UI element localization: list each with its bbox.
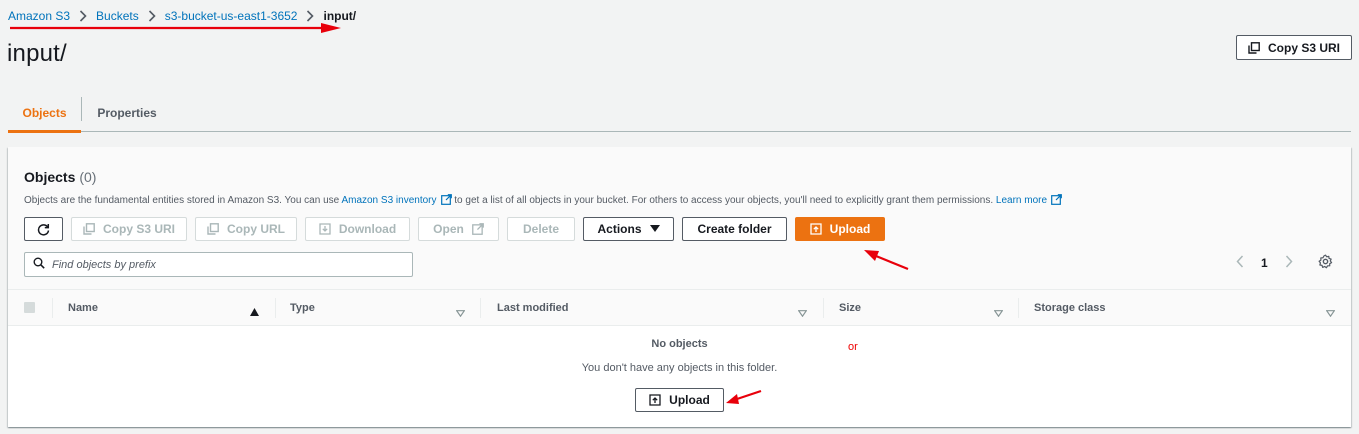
column-divider xyxy=(823,298,824,318)
upload-icon xyxy=(649,394,661,406)
objects-count: (0) xyxy=(79,169,97,185)
copy-icon xyxy=(207,223,219,235)
download-label: Download xyxy=(338,222,397,236)
sort-caret-icon[interactable] xyxy=(1325,304,1336,322)
delete-label: Delete xyxy=(522,222,560,236)
breadcrumb: Amazon S3 Buckets s3-bucket-us-east1-365… xyxy=(8,9,356,23)
empty-state-description: You don't have any objects in this folde… xyxy=(581,362,778,374)
objects-title: Objects xyxy=(24,169,76,185)
copy-url-label: Copy URL xyxy=(227,222,285,236)
open-label: Open xyxy=(433,222,464,236)
search-icon xyxy=(33,256,45,274)
actions-dropdown[interactable]: Actions xyxy=(583,217,674,241)
chevron-right-icon xyxy=(306,10,315,22)
empty-state-upload-button[interactable]: Upload xyxy=(635,388,724,412)
description-text-2: to get a list of all objects in your buc… xyxy=(451,195,996,206)
download-icon xyxy=(319,223,331,235)
chevron-left-icon[interactable] xyxy=(1236,255,1244,271)
upload-label: Upload xyxy=(829,222,871,236)
s3-inventory-link[interactable]: Amazon S3 inventory xyxy=(341,195,436,206)
column-divider xyxy=(1018,298,1019,318)
copy-s3-uri-label: Copy S3 URI xyxy=(103,222,176,236)
upload-icon xyxy=(810,223,822,235)
copy-s3-uri-header-button[interactable]: Copy S3 URI xyxy=(1236,35,1352,60)
objects-heading: Objects (0) xyxy=(24,169,96,185)
sort-caret-icon[interactable] xyxy=(455,304,466,322)
delete-button[interactable]: Delete xyxy=(507,217,575,241)
column-header-type[interactable]: Type xyxy=(290,290,315,326)
column-header-name[interactable]: Name xyxy=(68,290,98,326)
gear-icon[interactable] xyxy=(1318,254,1333,274)
external-link-icon xyxy=(471,223,484,235)
refresh-icon xyxy=(37,223,50,236)
open-button[interactable]: Open xyxy=(418,217,499,241)
objects-description: Objects are the fundamental entities sto… xyxy=(24,194,1062,208)
upload-button[interactable]: Upload xyxy=(795,217,885,241)
actions-label: Actions xyxy=(597,222,642,236)
column-header-storage-class[interactable]: Storage class xyxy=(1034,290,1106,326)
search-field xyxy=(24,252,413,277)
create-folder-button[interactable]: Create folder xyxy=(682,217,787,241)
copy-s3-uri-label: Copy S3 URI xyxy=(1268,40,1341,55)
tab-properties[interactable]: Properties xyxy=(82,94,172,131)
learn-more-link[interactable]: Learn more xyxy=(996,195,1047,206)
refresh-button[interactable] xyxy=(24,217,63,241)
search-input[interactable] xyxy=(52,258,392,271)
breadcrumb-bucket[interactable]: s3-bucket-us-east1-3652 xyxy=(165,9,298,23)
copy-icon xyxy=(1248,41,1260,54)
column-divider xyxy=(275,298,276,318)
table-header: Name Type Last modified Size Storage cla… xyxy=(8,290,1351,326)
page-title: input/ xyxy=(7,40,67,67)
copy-s3-uri-button[interactable]: Copy S3 URI xyxy=(71,217,187,241)
external-link-icon xyxy=(1051,194,1062,208)
caret-down-icon xyxy=(649,225,660,233)
breadcrumb-current: input/ xyxy=(323,9,357,23)
copy-url-button[interactable]: Copy URL xyxy=(195,217,297,241)
chevron-right-icon[interactable] xyxy=(1285,255,1293,271)
upload-label: Upload xyxy=(669,393,710,407)
breadcrumb-amazon-s3[interactable]: Amazon S3 xyxy=(8,9,70,23)
external-link-icon xyxy=(440,194,452,208)
select-all-checkbox[interactable] xyxy=(24,302,35,313)
empty-state-title: No objects xyxy=(651,338,708,350)
column-divider xyxy=(480,298,481,318)
download-button[interactable]: Download xyxy=(305,217,410,241)
sort-ascending-icon[interactable] xyxy=(250,303,259,321)
tab-list: Objects Properties xyxy=(8,94,1351,133)
breadcrumb-buckets[interactable]: Buckets xyxy=(96,9,139,23)
annotation-arrow-breadcrumb xyxy=(10,23,341,33)
column-divider xyxy=(52,298,53,318)
column-header-last-modified[interactable]: Last modified xyxy=(497,290,569,326)
copy-icon xyxy=(83,223,95,235)
column-header-size[interactable]: Size xyxy=(839,290,861,326)
description-text: Objects are the fundamental entities sto… xyxy=(24,195,342,206)
annotation-or-text: or xyxy=(848,341,858,353)
page-number[interactable]: 1 xyxy=(1261,256,1268,270)
sort-caret-icon[interactable] xyxy=(993,304,1004,322)
chevron-right-icon xyxy=(148,10,156,22)
objects-panel: Objects (0) Objects are the fundamental e… xyxy=(8,147,1351,427)
chevron-right-icon xyxy=(79,10,87,22)
create-folder-label: Create folder xyxy=(697,222,772,236)
tab-objects[interactable]: Objects xyxy=(8,94,81,133)
sort-caret-icon[interactable] xyxy=(797,304,808,322)
